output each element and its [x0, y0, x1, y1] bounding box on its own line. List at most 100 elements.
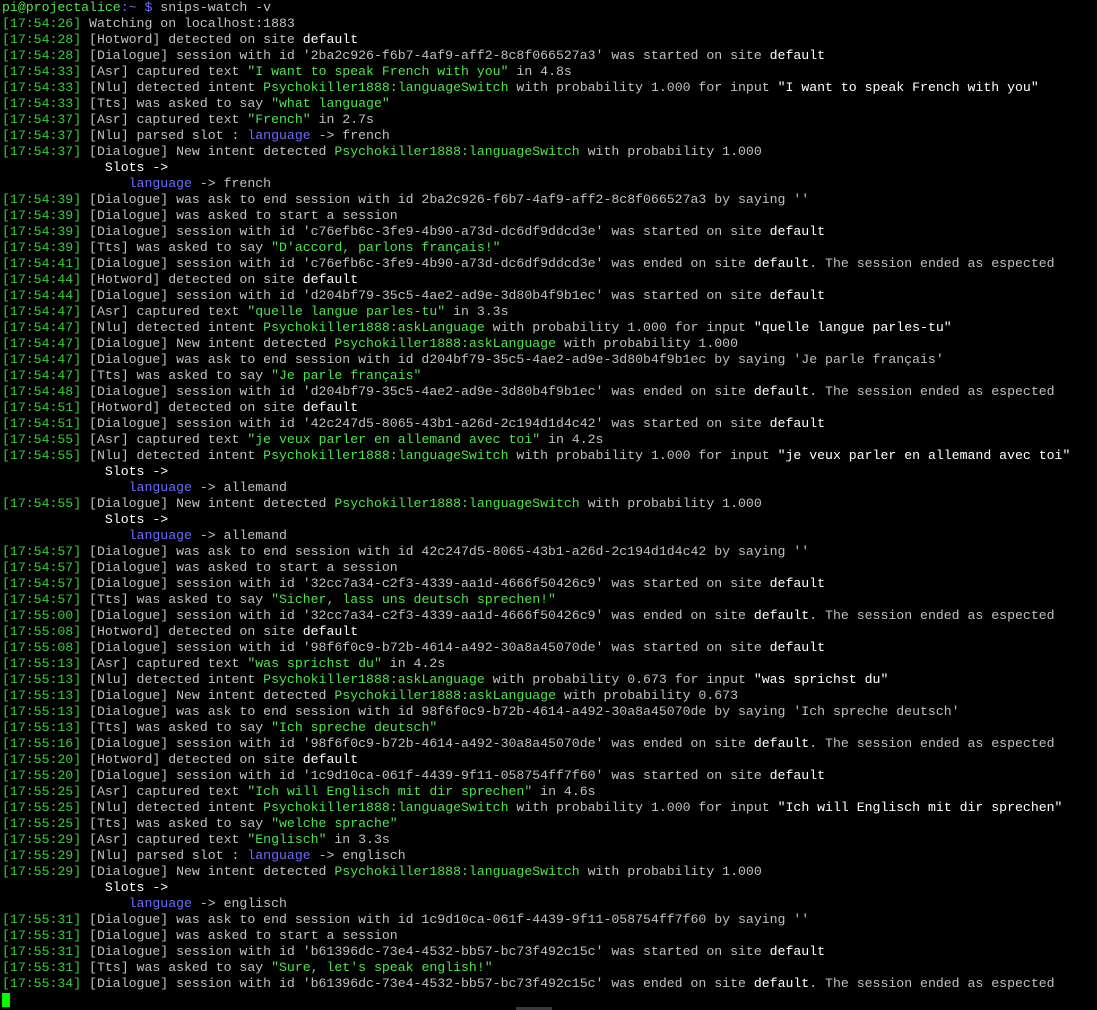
emphasized-text: Slots -> — [2, 880, 169, 895]
timestamp: [17:55:16] — [2, 736, 82, 751]
terminal-line: language -> allemand — [2, 480, 1097, 496]
log-text: [Hotword] detected on site — [81, 272, 303, 287]
highlighted-text: Psychokiller1888:languageSwitch — [334, 496, 580, 511]
highlighted-text: Psychokiller1888:languageSwitch — [263, 80, 509, 95]
emphasized-text: "quelle langue parles-tu" — [753, 320, 952, 335]
emphasized-text: default — [769, 576, 826, 591]
emphasized-text: default — [753, 736, 810, 751]
log-text: [Tts] was asked to say — [81, 240, 272, 255]
highlighted-text: "D'accord, parlons français!" — [271, 240, 501, 255]
log-text: [Dialogue] session with id '1c9d10ca-061… — [81, 768, 770, 783]
terminal-line: [17:54:26] Watching on localhost:1883 — [2, 16, 1097, 32]
emphasized-text: "was sprichst du" — [753, 672, 889, 687]
log-text: [Asr] captured text — [81, 656, 248, 671]
log-text: [Dialogue] New intent detected — [81, 144, 335, 159]
terminal-line: [17:54:37] [Nlu] parsed slot : language … — [2, 128, 1097, 144]
highlighted-text: "quelle langue parles-tu" — [247, 304, 446, 319]
timestamp: [17:54:26] — [2, 16, 82, 31]
timestamp: [17:54:57] — [2, 560, 82, 575]
emphasized-text: default — [302, 752, 359, 767]
timestamp: [17:55:31] — [2, 912, 82, 927]
terminal-line: pi@projectalice:~ $ snips-watch -v — [2, 0, 1097, 16]
terminal-line: [17:55:25] [Tts] was asked to say "welch… — [2, 816, 1097, 832]
terminal-line: [17:55:13] [Asr] captured text "was spri… — [2, 656, 1097, 672]
terminal-line: [17:54:28] [Dialogue] session with id '2… — [2, 48, 1097, 64]
terminal-input-line[interactable] — [2, 992, 1097, 1008]
emphasized-text: "je veux parler en allemand avec toi" — [777, 448, 1071, 463]
timestamp: [17:54:47] — [2, 336, 82, 351]
timestamp: [17:54:57] — [2, 576, 82, 591]
terminal-line: [17:55:31] [Tts] was asked to say "Sure,… — [2, 960, 1097, 976]
log-text: [Hotword] detected on site — [81, 624, 303, 639]
log-text: -> allemand — [191, 480, 287, 495]
log-text: [Dialogue] was ask to end session with i… — [81, 192, 810, 207]
terminal-line: [17:54:28] [Hotword] detected on site de… — [2, 32, 1097, 48]
log-text: -> french — [310, 128, 390, 143]
timestamp: [17:55:31] — [2, 960, 82, 975]
highlighted-text: Psychokiller1888:languageSwitch — [263, 448, 509, 463]
timestamp: [17:55:31] — [2, 928, 82, 943]
timestamp: [17:54:28] — [2, 32, 82, 47]
highlighted-text: "Sure, let's speak english!" — [271, 960, 493, 975]
emphasized-text: "Ich will Englisch mit dir sprechen" — [777, 800, 1063, 815]
terminal-line: language -> allemand — [2, 528, 1097, 544]
terminal-line: [17:54:47] [Asr] captured text "quelle l… — [2, 304, 1097, 320]
terminal-line: [17:55:13] [Dialogue] was ask to end ses… — [2, 704, 1097, 720]
terminal-line: [17:54:39] [Tts] was asked to say "D'acc… — [2, 240, 1097, 256]
terminal-line: [17:54:39] [Dialogue] was ask to end ses… — [2, 192, 1097, 208]
log-text: [Hotword] detected on site — [81, 752, 303, 767]
timestamp: [17:54:37] — [2, 144, 82, 159]
log-text: . The session ended as espected — [809, 384, 1055, 399]
timestamp: [17:55:25] — [2, 816, 82, 831]
log-text: [Asr] captured text — [81, 112, 248, 127]
log-text: [Dialogue] session with id '98f6f0c9-b72… — [81, 736, 754, 751]
terminal-line: [17:55:08] [Hotword] detected on site de… — [2, 624, 1097, 640]
log-text: with probability 1.000 — [555, 336, 739, 351]
log-text: [Dialogue] was asked to start a session — [81, 208, 398, 223]
log-text: [Dialogue] was asked to start a session — [81, 560, 398, 575]
emphasized-text: default — [302, 624, 359, 639]
highlighted-text: "Ich will Englisch mit dir sprechen" — [247, 784, 533, 799]
timestamp: [17:54:47] — [2, 368, 82, 383]
slot-name: language — [128, 896, 192, 911]
timestamp: [17:54:57] — [2, 592, 82, 607]
log-text: [Dialogue] New intent detected — [81, 864, 335, 879]
timestamp: [17:54:55] — [2, 496, 82, 511]
terminal-line: [17:55:25] [Nlu] detected intent Psychok… — [2, 800, 1097, 816]
terminal-line: [17:55:31] [Dialogue] was ask to end ses… — [2, 912, 1097, 928]
timestamp: [17:54:33] — [2, 64, 82, 79]
log-text: with probability 1.000 for input — [484, 320, 754, 335]
log-text: [Nlu] parsed slot : — [81, 848, 248, 863]
log-text: . The session ended as espected — [809, 608, 1055, 623]
log-text: [Nlu] detected intent — [81, 672, 264, 687]
log-text: [Tts] was asked to say — [81, 96, 272, 111]
log-text: [Dialogue] was ask to end session with i… — [81, 544, 810, 559]
terminal-output: pi@projectalice:~ $ snips-watch -v [17:54… — [2, 0, 1097, 992]
timestamp: [17:54:44] — [2, 272, 82, 287]
log-text: in 2.7s — [310, 112, 374, 127]
terminal-line: [17:54:57] [Dialogue] session with id '3… — [2, 576, 1097, 592]
timestamp: [17:55:00] — [2, 608, 82, 623]
log-text: [Dialogue] New intent detected — [81, 688, 335, 703]
log-text: [Dialogue] session with id 'c76efb6c-3fe… — [81, 256, 754, 271]
timestamp: [17:55:31] — [2, 944, 82, 959]
log-text: with probability 1.000 for input — [508, 448, 778, 463]
terminal-window[interactable]: pi@projectalice:~ $ snips-watch -v [17:54… — [0, 0, 1097, 1010]
timestamp: [17:54:39] — [2, 240, 82, 255]
log-text: [Tts] was asked to say — [81, 816, 272, 831]
log-text: [Dialogue] was ask to end session with i… — [81, 352, 944, 367]
timestamp: [17:54:57] — [2, 544, 82, 559]
terminal-line: [17:55:20] [Hotword] detected on site de… — [2, 752, 1097, 768]
log-text: with probability 1.000 for input — [508, 800, 778, 815]
terminal-line: [17:55:16] [Dialogue] session with id '9… — [2, 736, 1097, 752]
log-text: in 4.8s — [508, 64, 572, 79]
highlighted-text: "Je parle français" — [271, 368, 422, 383]
highlighted-text: "Sicher, lass uns deutsch sprechen!" — [271, 592, 556, 607]
timestamp: [17:55:08] — [2, 624, 82, 639]
highlighted-text: "was sprichst du" — [247, 656, 382, 671]
highlighted-text: Psychokiller1888:languageSwitch — [334, 144, 580, 159]
terminal-line: [17:55:31] [Dialogue] was asked to start… — [2, 928, 1097, 944]
timestamp: [17:54:47] — [2, 352, 82, 367]
terminal-line: [17:55:29] [Asr] captured text "Englisch… — [2, 832, 1097, 848]
terminal-line: [17:55:29] [Dialogue] New intent detecte… — [2, 864, 1097, 880]
